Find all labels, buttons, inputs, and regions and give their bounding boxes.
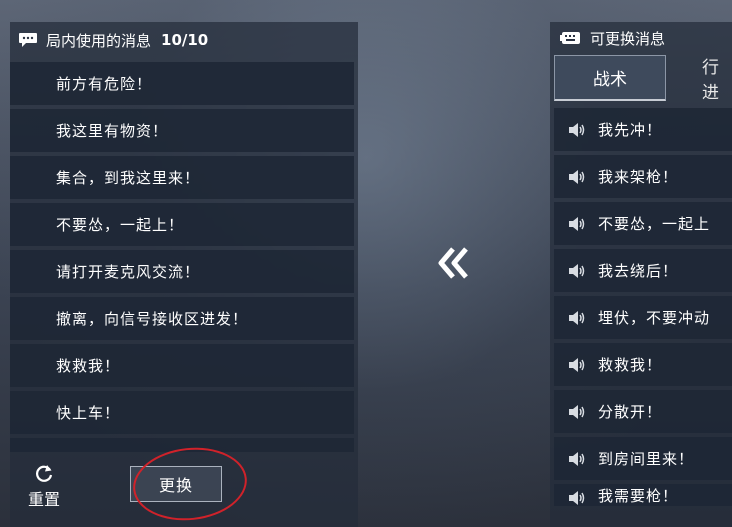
speaker-icon [569,263,585,278]
tab-movement-label: 行进 [702,58,719,103]
in-game-message-item[interactable]: 不要怂，一起上！ [10,203,354,246]
speaker-icon [569,216,585,231]
replaceable-message-item[interactable]: 分散开！ [554,390,732,433]
message-text: 集合，到我这里来！ [56,169,201,187]
replaceable-message-item[interactable]: 埋伏，不要冲动 [554,296,732,339]
tab-tactics[interactable]: 战术 [554,55,666,101]
double-chevron-left-icon[interactable] [435,243,475,283]
speaker-icon [569,169,585,184]
message-text: 分散开！ [598,403,663,421]
in-game-message-list: 前方有危险！ 我这里有物资！ 集合，到我这里来！ 不要怂，一起上！ 请打开麦克风交流！ 撤… [10,62,354,456]
replaceable-message-list: 我先冲！ 我来架枪！ 不要怂，一起上 我去绕后！ 埋伏，不要冲动 救救我！ 分散开！ 到房间里… [554,108,732,510]
speaker-icon [569,491,585,505]
in-game-messages-header: 局内使用的消息 10/10 [10,22,358,58]
message-text: 我需要枪！ [598,487,679,505]
speaker-icon [569,310,585,325]
in-game-message-item[interactable]: 请打开麦克风交流！ [10,250,354,293]
speaker-icon [569,404,585,419]
replaceable-messages-title: 可更换消息 [590,29,666,48]
replaceable-message-item[interactable]: 我先冲！ [554,108,732,151]
tab-tactics-label: 战术 [593,70,627,90]
replaceable-message-item[interactable]: 我来架枪！ [554,155,732,198]
message-text: 救救我！ [56,357,121,375]
speaker-icon [569,357,585,372]
message-text: 撤离，向信号接收区进发！ [56,310,249,328]
replaceable-message-item[interactable]: 我需要枪！ [554,484,732,506]
message-text: 到房间里来！ [598,450,695,468]
replaceable-message-item[interactable]: 不要怂，一起上 [554,202,732,245]
in-game-message-item[interactable]: 撤离，向信号接收区进发！ [10,297,354,340]
keyboard-icon [560,32,580,44]
reset-button[interactable]: 重置 [24,462,64,510]
message-text: 不要怂，一起上 [598,215,711,233]
refresh-icon [36,465,53,482]
speaker-icon [569,451,585,466]
in-game-message-item[interactable]: 前方有危险！ [10,62,354,105]
message-text: 不要怂，一起上！ [56,216,185,234]
replaceable-messages-panel: 可更换消息 战术 行进 我先冲！ 我来架枪！ 不要怂，一起上 我去绕后！ 埋伏，不要冲动… [550,22,732,527]
message-text: 请打开麦克风交流！ [56,263,201,281]
message-text: 我去绕后！ [598,262,679,280]
in-game-messages-title: 局内使用的消息 [46,31,152,50]
in-game-message-item[interactable]: 救救我！ [10,344,354,387]
replaceable-message-item[interactable]: 到房间里来！ [554,437,732,480]
message-count: 10/10 [161,31,209,49]
in-game-message-item[interactable]: 我这里有物资！ [10,109,354,152]
tab-movement[interactable]: 行进 [666,55,732,103]
message-text: 埋伏，不要冲动 [598,309,711,327]
message-text: 前方有危险！ [56,75,153,93]
reset-label: 重置 [27,490,60,509]
message-text: 我来架枪！ [598,168,679,186]
message-text: 我这里有物资！ [56,122,169,140]
in-game-message-item[interactable]: 快上车！ [10,391,354,434]
in-game-message-item[interactable]: 集合，到我这里来！ [10,156,354,199]
message-category-tabs: 战术 行进 [554,55,732,103]
replaceable-messages-header: 可更换消息 [550,22,732,54]
message-text: 我先冲！ [598,121,663,139]
message-text: 快上车！ [56,404,121,422]
message-text: 救救我！ [598,356,663,374]
replaceable-message-item[interactable]: 救救我！ [554,343,732,386]
replaceable-message-item[interactable]: 我去绕后！ [554,249,732,292]
speaker-icon [569,122,585,137]
chat-bubble-icon [19,33,37,47]
